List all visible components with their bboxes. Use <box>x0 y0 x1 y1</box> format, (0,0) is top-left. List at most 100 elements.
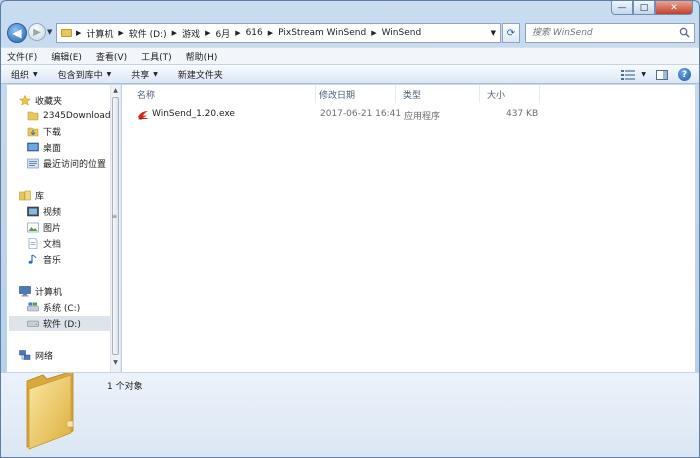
nav-computer[interactable]: 计算机 <box>19 284 120 299</box>
refresh-button[interactable]: ⟳ <box>502 23 520 43</box>
search-input[interactable] <box>526 24 674 42</box>
minimize-button[interactable]: — <box>611 1 633 15</box>
nav-label: 图片 <box>43 224 62 234</box>
winsend-exe-icon <box>138 111 148 120</box>
column-label: 修改日期 <box>319 90 356 101</box>
file-type: 应用程序 <box>404 112 441 122</box>
explorer-window: — □ ✕ ◀ ▶ ▼ ▶ 计算机 ▶ 软件 (D:) ▶ 游戏 ▶ 6月 ▶ 616 ▶… <box>0 0 700 458</box>
column-header-name[interactable]: 名称 <box>130 85 316 103</box>
menu-view[interactable]: 查看(V) <box>96 50 127 63</box>
breadcrumb-separator-icon[interactable]: ▶ <box>268 29 273 37</box>
command-bar: 组织 ▼ 包含到库中 ▼ 共享 ▼ 新建文件夹 ▼ ? <box>1 64 699 84</box>
include-in-library-button[interactable]: 包含到库中 ▼ <box>58 68 112 81</box>
nav-item-pictures[interactable]: 图片 <box>27 220 120 235</box>
nav-pane-scrollbar[interactable]: ▲ ≡ ▼ <box>110 85 120 372</box>
folder-icon <box>27 111 39 121</box>
maximize-button[interactable]: □ <box>633 1 655 15</box>
documents-icon <box>28 238 38 249</box>
breadcrumb-drive-d[interactable]: 软件 (D:) <box>129 27 167 40</box>
change-view-icon[interactable] <box>621 69 636 80</box>
column-label: 大小 <box>487 90 506 101</box>
column-header-modified[interactable]: 修改日期 <box>312 85 396 103</box>
include-in-library-label: 包含到库中 <box>57 70 103 81</box>
breadcrumb: 计算机 ▶ 软件 (D:) ▶ 游戏 ▶ 6月 ▶ 616 ▶ PixStream Win… <box>86 27 421 40</box>
column-header-type[interactable]: 类型 <box>396 85 480 103</box>
nav-item-desktop[interactable]: 桌面 <box>27 140 120 155</box>
nav-item-documents[interactable]: 文档 <box>27 236 120 251</box>
nav-item-videos[interactable]: 视频 <box>27 204 120 219</box>
scrollbar-grip-icon: ≡ <box>112 213 118 220</box>
new-folder-label: 新建文件夹 <box>177 70 223 81</box>
menu-file[interactable]: 文件(F) <box>7 50 37 63</box>
menu-edit[interactable]: 编辑(E) <box>51 50 82 63</box>
breadcrumb-616[interactable]: 616 <box>246 28 263 38</box>
help-icon[interactable]: ? <box>678 68 691 81</box>
chevron-down-icon: ▼ <box>153 70 158 78</box>
column-header-size[interactable]: 大小 <box>480 85 540 103</box>
breadcrumb-pixstream-winsend[interactable]: PixStream WinSend <box>278 28 366 38</box>
breadcrumb-separator-icon[interactable]: ▶ <box>172 29 177 37</box>
organize-label: 组织 <box>11 70 30 81</box>
nav-label: 收藏夹 <box>35 97 63 107</box>
breadcrumb-separator-icon[interactable]: ▶ <box>205 29 210 37</box>
nav-label: 最近访问的位置 <box>43 160 107 170</box>
breadcrumb-computer[interactable]: 计算机 <box>86 27 113 40</box>
nav-label: 音乐 <box>43 256 62 266</box>
breadcrumb-separator-icon[interactable]: ▶ <box>76 29 81 37</box>
share-button[interactable]: 共享 ▼ <box>131 68 158 81</box>
chevron-down-icon: ▼ <box>33 70 38 78</box>
close-button[interactable]: ✕ <box>655 1 693 15</box>
preview-pane-icon[interactable] <box>656 69 668 80</box>
file-size: 437 KB <box>506 109 539 119</box>
toolbar-right-group: ▼ ? <box>611 68 691 81</box>
file-row[interactable]: WinSend_1.20.exe 2017-06-21 16:41 应用程序 4… <box>133 107 543 123</box>
nav-item-music[interactable]: 音乐 <box>27 252 120 267</box>
back-button[interactable]: ◀ <box>7 23 27 43</box>
nav-item-drive-d[interactable]: 软件 (D:) <box>9 316 120 331</box>
nav-item-downloads[interactable]: 下载 <box>27 124 120 139</box>
breadcrumb-separator-icon[interactable]: ▶ <box>118 29 123 37</box>
breadcrumb-games[interactable]: 游戏 <box>182 27 200 40</box>
file-name: WinSend_1.20.exe <box>152 109 235 119</box>
refresh-icon: ⟳ <box>506 27 516 39</box>
nav-favorites[interactable]: 收藏夹 <box>19 93 120 108</box>
star-icon <box>19 95 31 106</box>
nav-item-2345downloads[interactable]: 2345Downloads <box>27 108 120 123</box>
nav-item-recent-places[interactable]: 最近访问的位置 <box>27 156 120 171</box>
chevron-down-icon: ▼ <box>106 70 112 78</box>
nav-item-drive-c[interactable]: 系统 (C:) <box>27 300 120 315</box>
breadcrumb-separator-icon[interactable]: ▶ <box>371 29 376 37</box>
video-icon <box>27 206 39 217</box>
new-folder-button[interactable]: 新建文件夹 <box>178 68 223 81</box>
nav-network[interactable]: 网络 <box>19 348 120 363</box>
pictures-icon <box>27 222 39 233</box>
folder-icon <box>26 373 74 450</box>
nav-libraries[interactable]: 库 <box>19 188 120 203</box>
breadcrumb-separator-icon[interactable]: ▶ <box>235 29 240 37</box>
recent-places-icon <box>27 158 39 169</box>
breadcrumb-winsend[interactable]: WinSend <box>382 28 422 38</box>
scroll-down-arrow-icon[interactable]: ▼ <box>111 359 120 370</box>
file-list: 名称 修改日期 类型 大小 WinSend_1.20.exe 2017-06-2… <box>122 85 695 372</box>
scrollbar-thumb[interactable] <box>112 97 119 355</box>
music-icon <box>28 254 37 264</box>
nav-label: 桌面 <box>43 144 62 154</box>
menu-tools[interactable]: 工具(T) <box>141 50 172 63</box>
column-label: 类型 <box>403 90 422 101</box>
folder-icon <box>61 29 72 37</box>
item-count: 1 个对象 <box>107 382 143 392</box>
forward-arrow-icon: ▶ <box>33 26 41 38</box>
share-label: 共享 <box>131 70 150 81</box>
view-options-dropdown[interactable]: ▼ <box>641 71 646 78</box>
recent-pages-dropdown[interactable]: ▼ <box>47 28 52 36</box>
computer-icon <box>19 286 31 297</box>
address-bar[interactable]: ▶ 计算机 ▶ 软件 (D:) ▶ 游戏 ▶ 6月 ▶ 616 ▶ PixStream W… <box>56 23 501 43</box>
search-icon[interactable] <box>679 27 690 38</box>
breadcrumb-june[interactable]: 6月 <box>215 27 230 40</box>
search-box <box>525 23 695 43</box>
forward-button[interactable]: ▶ <box>28 23 46 41</box>
address-history-dropdown[interactable]: ▼ <box>491 29 496 37</box>
nav-label: 软件 (D:) <box>43 320 81 330</box>
menu-help[interactable]: 帮助(H) <box>186 50 218 63</box>
organize-button[interactable]: 组织 ▼ <box>11 68 38 81</box>
